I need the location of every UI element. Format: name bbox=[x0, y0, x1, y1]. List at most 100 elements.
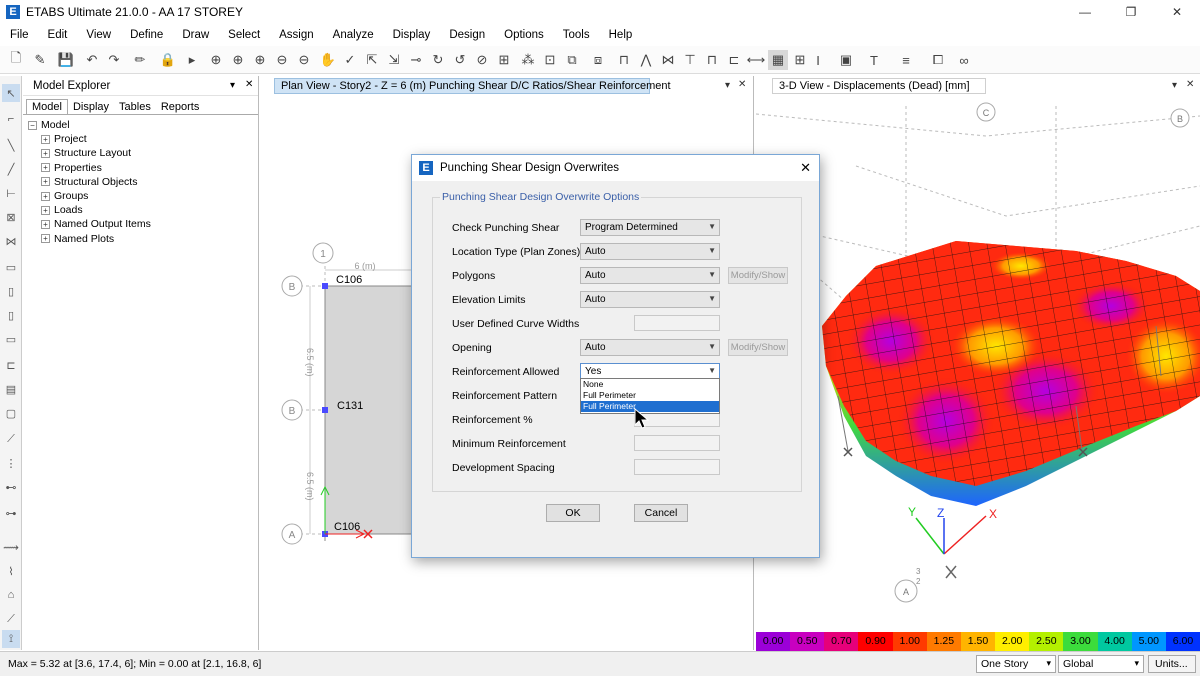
restore-button[interactable]: ❐ bbox=[1108, 0, 1154, 24]
coordinate-system-select[interactable]: Global ▾ bbox=[1058, 655, 1144, 673]
tree-item-properties[interactable]: + Properties bbox=[23, 161, 258, 175]
menu-select[interactable]: Select bbox=[218, 29, 269, 41]
draw-wall-icon[interactable]: ▯ bbox=[2, 282, 20, 300]
export-icon[interactable]: ⧠ bbox=[928, 50, 948, 70]
draw-spring-icon[interactable]: ⌇ bbox=[2, 562, 20, 580]
ok-button[interactable]: OK bbox=[546, 504, 600, 522]
draw-area-icon[interactable]: ▢ bbox=[2, 404, 20, 422]
draw-brace-icon[interactable]: ⊠ bbox=[2, 208, 20, 226]
wall-icon[interactable]: ⊓ bbox=[702, 50, 722, 70]
story-select[interactable]: One Story ▾ bbox=[976, 655, 1056, 673]
zoom-in-icon[interactable]: ⊕ bbox=[228, 50, 248, 70]
menu-file[interactable]: File bbox=[0, 29, 38, 41]
tree-item-model[interactable]: − Model bbox=[23, 118, 258, 132]
collapse-icon[interactable]: − bbox=[28, 120, 37, 130]
tbeam-icon[interactable]: T bbox=[864, 50, 884, 70]
draw-section-cut-icon[interactable]: ⊶ bbox=[2, 504, 20, 522]
link-icon[interactable]: ⟷ bbox=[746, 50, 766, 70]
zoom-out-icon[interactable]: ⊖ bbox=[272, 50, 292, 70]
box-3d-icon[interactable]: ⧈ bbox=[588, 50, 608, 70]
save-icon[interactable]: 💾 bbox=[56, 50, 76, 70]
polygons-modify-show-button[interactable]: Modify/Show bbox=[728, 267, 788, 284]
opening-select[interactable]: Auto ▼ bbox=[580, 339, 720, 356]
shell-icon[interactable]: ⧉ bbox=[562, 50, 582, 70]
minimum-reinforcement-input[interactable] bbox=[634, 435, 720, 451]
draw-column-icon[interactable]: ⊢ bbox=[2, 184, 20, 202]
tab-model[interactable]: Model bbox=[26, 99, 68, 114]
check-icon[interactable]: ✓ bbox=[340, 50, 360, 70]
expand-icon[interactable]: + bbox=[41, 191, 50, 201]
menu-tools[interactable]: Tools bbox=[553, 29, 599, 41]
zoom-window-icon[interactable]: ⊕ bbox=[206, 50, 226, 70]
rotate-ccw-icon[interactable]: ↺ bbox=[450, 50, 470, 70]
new-model-icon[interactable]: 🗋 bbox=[6, 50, 26, 70]
expand-icon[interactable]: + bbox=[41, 177, 50, 187]
draw-tendon-icon[interactable]: ⊏ bbox=[2, 356, 20, 374]
curve-widths-input[interactable] bbox=[634, 315, 720, 331]
zoom-in-step-icon[interactable]: ⊕ bbox=[250, 50, 270, 70]
mesh-icon[interactable]: ▦ bbox=[768, 50, 788, 70]
cancel-button[interactable]: Cancel bbox=[634, 504, 688, 522]
draw-floor-icon[interactable]: ▭ bbox=[2, 258, 20, 276]
menu-help[interactable]: Help bbox=[599, 29, 642, 41]
menu-define[interactable]: Define bbox=[120, 29, 172, 41]
chevron-down-icon[interactable]: ▾ bbox=[1172, 80, 1177, 91]
tree-item-loads[interactable]: + Loads bbox=[23, 203, 258, 217]
expand-icon[interactable]: + bbox=[41, 234, 50, 244]
layer-icon[interactable]: ≡ bbox=[896, 50, 916, 70]
expand-icon[interactable]: + bbox=[41, 134, 50, 144]
truss-icon[interactable]: ⋀ bbox=[636, 50, 656, 70]
column-marker[interactable] bbox=[322, 407, 328, 413]
pan-icon[interactable]: ✋ bbox=[318, 50, 338, 70]
opening-modify-show-button[interactable]: Modify/Show bbox=[728, 339, 788, 356]
column-icon[interactable]: I bbox=[808, 50, 828, 70]
minimize-button[interactable]: — bbox=[1062, 0, 1108, 24]
elevation-limits-select[interactable]: Auto ▼ bbox=[580, 291, 720, 308]
bay-icon[interactable]: ⊏ bbox=[724, 50, 744, 70]
zoom-out-step-icon[interactable]: ⊖ bbox=[294, 50, 314, 70]
polygons-select[interactable]: Auto ▼ bbox=[580, 267, 720, 284]
tab-tables[interactable]: Tables bbox=[114, 100, 156, 114]
draw-slab-icon[interactable]: ▭ bbox=[2, 330, 20, 348]
menu-draw[interactable]: Draw bbox=[172, 29, 218, 41]
dropdown-option-none[interactable]: None bbox=[581, 379, 719, 390]
tree-item-named-plots[interactable]: + Named Plots bbox=[23, 232, 258, 246]
draw-opening-icon[interactable]: ▯ bbox=[2, 306, 20, 324]
draw-grid-icon[interactable]: ⋮ bbox=[2, 454, 20, 472]
beam-icon[interactable]: ⊤ bbox=[680, 50, 700, 70]
close-icon[interactable]: ✕ bbox=[245, 79, 253, 90]
move-icon[interactable]: ⇲ bbox=[384, 50, 404, 70]
draw-support-icon[interactable]: ⌂ bbox=[2, 586, 20, 604]
expand-icon[interactable]: + bbox=[41, 205, 50, 215]
brace-icon[interactable]: ⋈ bbox=[658, 50, 678, 70]
draw-link-icon[interactable]: ⟿ bbox=[2, 538, 20, 556]
close-icon[interactable]: ✕ bbox=[1186, 79, 1194, 90]
draw-reference-icon[interactable]: ⊷ bbox=[2, 478, 20, 496]
section-icon[interactable]: ▣ bbox=[836, 50, 856, 70]
column-marker[interactable] bbox=[322, 283, 328, 289]
rotate-icon[interactable]: ↻ bbox=[428, 50, 448, 70]
3d-view-window[interactable]: C B A X Y Z 3 2 3-D View - Displacements… bbox=[756, 76, 1200, 650]
measure-icon[interactable]: ⊸ bbox=[406, 50, 426, 70]
pointer-icon[interactable]: ⇱ bbox=[362, 50, 382, 70]
check-punching-shear-select[interactable]: Program Determined ▼ bbox=[580, 219, 720, 236]
nodes-icon[interactable]: ⁂ bbox=[518, 50, 538, 70]
location-type-select[interactable]: Auto ▼ bbox=[580, 243, 720, 260]
menu-display[interactable]: Display bbox=[383, 29, 440, 41]
draw-bracing-icon[interactable]: ⋈ bbox=[2, 232, 20, 250]
menu-analyze[interactable]: Analyze bbox=[323, 29, 383, 41]
menu-edit[interactable]: Edit bbox=[38, 29, 77, 41]
3d-view-tab[interactable]: 3-D View - Displacements (Dead) [mm] bbox=[772, 78, 986, 94]
open-icon[interactable]: ✎ bbox=[30, 50, 50, 70]
undo-icon[interactable]: ↶ bbox=[82, 50, 102, 70]
draw-beam-icon[interactable]: ╱ bbox=[2, 160, 20, 178]
pencil-icon[interactable]: ✏ bbox=[130, 50, 150, 70]
tree-item-structure-layout[interactable]: + Structure Layout bbox=[23, 146, 258, 160]
menu-options[interactable]: Options bbox=[494, 29, 553, 41]
tree-item-groups[interactable]: + Groups bbox=[23, 189, 258, 203]
tree-item-named-output-items[interactable]: + Named Output Items bbox=[23, 217, 258, 231]
frame-icon[interactable]: ⊡ bbox=[540, 50, 560, 70]
deck-icon[interactable]: ⊞ bbox=[790, 50, 810, 70]
lock-icon[interactable]: 🔒 bbox=[158, 50, 178, 70]
menu-assign[interactable]: Assign bbox=[269, 29, 323, 41]
